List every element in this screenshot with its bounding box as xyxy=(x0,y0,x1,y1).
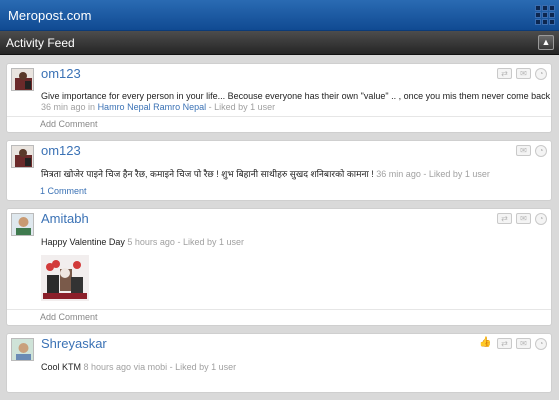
feed-post: Shreyaskar Cool KTM 8 hours ago via mobi… xyxy=(6,333,552,393)
brand-title[interactable]: Meropost.com xyxy=(8,8,92,23)
post-actions: ⇄ ✉ ◔ xyxy=(497,68,547,80)
avatar[interactable] xyxy=(11,338,34,361)
mail-icon[interactable]: ✉ xyxy=(516,68,531,79)
mail-icon[interactable]: ✉ xyxy=(516,338,531,349)
comment-icon[interactable]: ◔ xyxy=(535,68,547,80)
avatar[interactable] xyxy=(11,145,34,168)
post-likes[interactable]: - Liked by 1 user xyxy=(209,102,276,112)
collapse-icon[interactable]: ▲ xyxy=(538,35,554,50)
post-username[interactable]: Amitabh xyxy=(41,211,89,226)
add-comment-link[interactable]: Add Comment xyxy=(7,116,551,132)
post-meta: 8 hours ago via mobi - Liked by 1 user xyxy=(83,362,237,372)
comment-icon[interactable]: ◔ xyxy=(535,213,547,225)
repost-icon[interactable]: ⇄ xyxy=(497,338,512,349)
post-time: 36 min ago in xyxy=(41,102,96,112)
top-bar: Meropost.com xyxy=(0,0,559,31)
like-icon[interactable]: 👍 xyxy=(478,338,493,349)
comments-count-link[interactable]: 1 Comment xyxy=(7,184,551,200)
repost-icon[interactable]: ⇄ xyxy=(497,213,512,224)
add-comment-link[interactable]: Add Comment xyxy=(7,309,551,325)
post-username[interactable]: Shreyaskar xyxy=(41,336,107,351)
page-title: Activity Feed xyxy=(6,36,75,50)
activity-feed-bar: Activity Feed ▲ xyxy=(0,31,559,55)
group-link[interactable]: Hamro Nepal Ramro Nepal xyxy=(98,102,207,112)
post-actions: 👍 ⇄ ✉ ◔ xyxy=(478,338,547,350)
feed-post: Amitabh Happy Valentine Day 5 hours ago … xyxy=(6,208,552,326)
post-text: मित्रता खोजेर पाइने चिज हैन रैछ, कमाइने … xyxy=(41,169,490,179)
comment-icon[interactable]: ◔ xyxy=(535,145,547,157)
post-text: Give importance for every person in your… xyxy=(41,91,551,112)
repost-icon[interactable]: ⇄ xyxy=(497,68,512,79)
feed-post: om123 मित्रता खोजेर पाइने चिज हैन रैछ, क… xyxy=(6,140,552,201)
post-actions: ⇄ ✉ ◔ xyxy=(497,213,547,225)
post-text: Cool KTM 8 hours ago via mobi - Liked by… xyxy=(41,362,237,372)
post-text: Happy Valentine Day 5 hours ago - Liked … xyxy=(41,237,244,247)
mail-icon[interactable]: ✉ xyxy=(516,145,531,156)
avatar[interactable] xyxy=(11,213,34,236)
apps-grid-icon[interactable] xyxy=(534,4,556,26)
comment-icon[interactable]: ◔ xyxy=(535,338,547,350)
post-username[interactable]: om123 xyxy=(41,143,81,158)
post-actions: ✉ ◔ xyxy=(516,145,547,157)
feed-post: om123 Give importance for every person i… xyxy=(6,63,552,133)
post-meta: 36 min ago - Liked by 1 user xyxy=(376,169,490,179)
post-meta: 5 hours ago - Liked by 1 user xyxy=(127,237,244,247)
post-image[interactable] xyxy=(41,255,89,301)
mail-icon[interactable]: ✉ xyxy=(516,213,531,224)
avatar[interactable] xyxy=(11,68,34,91)
post-username[interactable]: om123 xyxy=(41,66,81,81)
